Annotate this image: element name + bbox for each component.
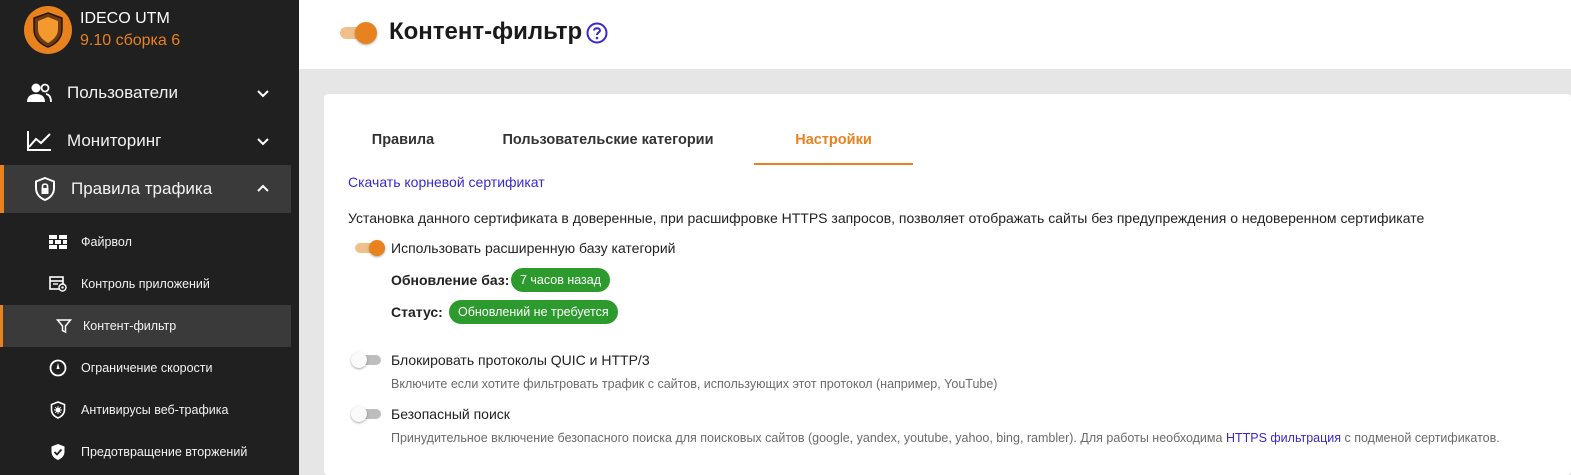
sidebar-subitem-label: Ограничение скорости [81,361,213,375]
safe-search-hint: Принудительное включение безопасного пои… [391,431,1500,445]
shield-lock-icon [32,177,58,201]
sidebar-subitem-web-antivirus[interactable]: Антивирусы веб-трафика [0,389,291,431]
db-update-label: Обновление баз: [391,272,510,288]
sidebar-subitem-speed-limit[interactable]: Ограничение скорости [0,347,291,389]
block-quic-toggle[interactable] [351,351,383,369]
status-badge: Обновлений не требуется [449,300,618,324]
https-filtering-link[interactable]: HTTPS фильтрация [1226,431,1341,445]
speed-icon [48,359,68,377]
sidebar-item-label: Правила трафика [71,179,213,198]
extended-db-label: Использовать расширенную базу категорий [391,240,676,256]
safe-search-label: Безопасный поиск [391,406,510,422]
tab-user-categories[interactable]: Пользовательские категории [478,116,738,165]
download-root-cert-link[interactable]: Скачать корневой сертификат [348,174,545,190]
safe-search-hint-suffix: с подменой сертификатов. [1341,431,1500,445]
sidebar-item-users[interactable]: Пользователи [0,69,291,117]
sidebar-subitem-app-control[interactable]: Контроль приложений [0,263,291,305]
shield-icon [24,6,72,54]
chevron-down-icon [254,84,272,102]
users-icon [26,81,52,105]
brand[interactable]: IDECO UTM 9.10 сборка 6 [24,6,180,54]
help-icon[interactable] [586,22,608,44]
block-quic-label: Блокировать протоколы QUIC и HTTP/3 [391,352,650,368]
sidebar-subitem-label: Антивирусы веб-трафика [81,403,229,417]
sidebar-item-traffic-rules[interactable]: Правила трафика [0,165,291,213]
sidebar-subitem-label: Файрвол [81,235,132,249]
chevron-up-icon [254,180,272,198]
page-header: Контент-фильтр [299,0,1571,69]
safe-search-hint-text: Принудительное включение безопасного пои… [391,431,1226,445]
sidebar-subitem-label: Предотвращение вторжений [81,445,248,459]
toggle-knob [351,406,367,422]
cert-description: Установка данного сертификата в доверенн… [348,210,1425,226]
settings-card: Правила Пользовательские категории Настр… [324,94,1571,475]
sidebar-subitem-label: Контроль приложений [81,277,210,291]
module-enable-toggle[interactable] [339,22,377,44]
sidebar: IDECO UTM 9.10 сборка 6 Пользователи Мон… [0,0,299,475]
filter-icon [54,317,74,335]
status-label: Статус: [391,304,443,320]
chart-line-icon [26,129,52,153]
sidebar-item-monitoring[interactable]: Мониторинг [0,117,291,165]
toggle-knob [355,22,377,44]
safe-search-toggle[interactable] [351,405,383,423]
sidebar-subitem-firewall[interactable]: Файрвол [0,221,291,263]
brand-name: IDECO UTM [80,10,170,27]
extended-db-toggle[interactable] [353,239,385,257]
tab-rules[interactable]: Правила [348,116,458,165]
db-update-badge: 7 часов назад [511,268,611,292]
app-control-icon [48,275,68,293]
shield-check-icon [48,443,68,461]
firewall-icon [48,233,68,251]
sidebar-item-label: Пользователи [67,83,178,102]
sidebar-item-label: Мониторинг [67,131,162,150]
block-quic-hint: Включите если хотите фильтровать трафик … [391,377,998,391]
sidebar-subitem-intrusion-prevention[interactable]: Предотвращение вторжений [0,431,291,473]
sidebar-subitem-label: Контент-фильтр [83,319,177,333]
brand-version: 9.10 сборка 6 [80,32,181,49]
chevron-down-icon [254,132,272,150]
sidebar-subitem-content-filter[interactable]: Контент-фильтр [0,305,291,347]
page-title: Контент-фильтр [389,18,583,45]
antivirus-icon [48,401,68,419]
toggle-knob [369,240,385,256]
tab-settings[interactable]: Настройки [754,116,913,165]
toggle-knob [351,352,367,368]
